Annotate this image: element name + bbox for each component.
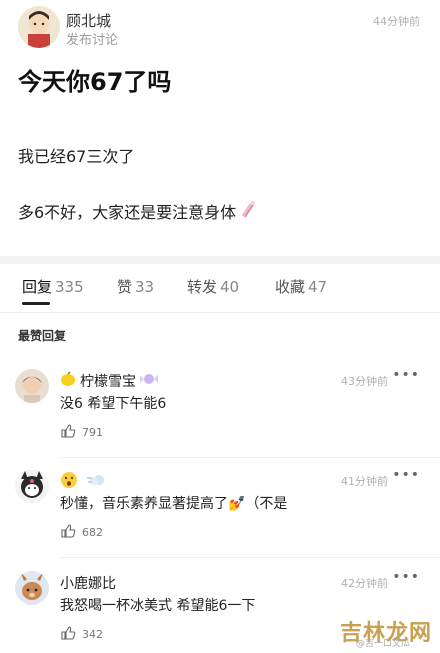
post-timestamp: 44分钟前 (373, 15, 420, 28)
post-body-line: 多6不好，大家还是要注意身体 (18, 199, 258, 223)
tab-likes[interactable]: 赞 33 (117, 276, 154, 297)
tab-label: 转发 (187, 278, 218, 296)
tab-replies[interactable]: 回复 335 (22, 276, 84, 297)
tab-count: 40 (220, 278, 240, 296)
tab-label: 回复 (22, 278, 53, 296)
like-button[interactable]: 342 (60, 625, 103, 644)
tab-count: 335 (55, 278, 84, 296)
tab-label: 收藏 (275, 278, 306, 296)
candy-icon (140, 372, 158, 390)
dash-cloud-icon (86, 472, 106, 492)
reaction-tabs: 回复 335 赞 33 转发 40 收藏 47 (0, 276, 440, 305)
lemon-icon (60, 371, 76, 391)
comment-timestamp: 42分钟前 (341, 577, 388, 590)
tab-favorites[interactable]: 收藏 47 (275, 276, 327, 297)
thumbs-up-icon (60, 523, 76, 542)
comment-text: 没6 希望下午能6 (60, 396, 167, 412)
comment-text: 秒懂，音乐素养显著提高了💅（不是 (60, 496, 288, 512)
like-button[interactable]: 791 (60, 423, 103, 442)
post-type-label: 发布讨论 (66, 33, 119, 48)
like-button[interactable]: 682 (60, 523, 103, 542)
nail-polish-icon (238, 199, 258, 223)
post-title: 今天你67了吗 (18, 68, 172, 96)
active-tab-indicator (22, 302, 50, 305)
comment-timestamp: 41分钟前 (341, 475, 388, 488)
comment-text: 我怒喝一杯冰美式 希望能6一下 (60, 598, 256, 614)
commenter-name-row: 柠檬雪宝 (60, 371, 158, 391)
section-divider (0, 256, 440, 264)
comment-divider (60, 557, 440, 558)
surprised-face-icon (60, 471, 78, 493)
tab-count: 47 (308, 278, 328, 296)
comment-divider (60, 457, 440, 458)
more-options-icon[interactable]: ••• (392, 467, 420, 483)
like-count: 791 (82, 426, 103, 439)
post-header: 顾北城 发布讨论 44分钟前 (14, 6, 426, 50)
tab-reposts[interactable]: 转发 40 (187, 276, 239, 297)
section-label-top-replies: 最赞回复 (18, 329, 67, 343)
thumbs-up-icon (60, 625, 76, 644)
post-body-text: 多6不好，大家还是要注意身体 (18, 203, 237, 222)
commenter-name-row (60, 471, 106, 493)
author-name[interactable]: 顾北城 (66, 10, 111, 31)
more-options-icon[interactable]: ••• (392, 569, 420, 585)
like-count: 682 (82, 526, 103, 539)
comment-timestamp: 43分钟前 (341, 375, 388, 388)
commenter-name-row: 小鹿娜比 (60, 573, 116, 593)
author-avatar[interactable] (18, 6, 60, 48)
commenter-name[interactable]: 柠檬雪宝 (80, 371, 136, 391)
watermark-source: @吉一口文瓜 (355, 639, 410, 649)
commenter-avatar[interactable] (15, 369, 49, 403)
more-options-icon[interactable]: ••• (392, 367, 420, 383)
commenter-name[interactable]: 小鹿娜比 (60, 573, 116, 593)
post-body-line: 我已经67三次了 (18, 147, 135, 166)
tabs-divider (0, 312, 440, 313)
like-count: 342 (82, 628, 103, 641)
commenter-avatar[interactable] (15, 469, 49, 503)
commenter-avatar[interactable] (15, 571, 49, 605)
tab-label: 赞 (117, 278, 133, 296)
thumbs-up-icon (60, 423, 76, 442)
tab-count: 33 (135, 278, 155, 296)
